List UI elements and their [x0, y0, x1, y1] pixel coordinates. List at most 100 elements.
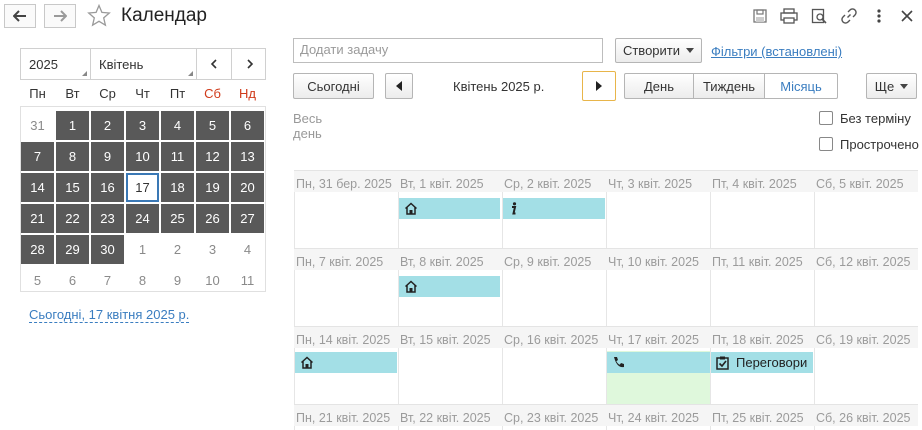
day-cell[interactable]: 24	[126, 204, 159, 233]
close-icon[interactable]	[897, 6, 917, 26]
day-header[interactable]: Ср, 23 квіт. 2025	[502, 404, 606, 426]
day-header[interactable]: Вт, 15 квіт. 2025	[398, 326, 502, 348]
add-task-input[interactable]: Додати задачу	[293, 38, 603, 63]
day-cell[interactable]: 11	[231, 266, 264, 295]
day-header[interactable]: Пн, 21 квіт. 2025	[294, 404, 398, 426]
day-cell[interactable]: 9	[161, 266, 194, 295]
day-cell[interactable]: 19	[196, 173, 229, 202]
day-header[interactable]: Пн, 7 квіт. 2025	[294, 248, 398, 270]
day-header[interactable]: Вт, 8 квіт. 2025	[398, 248, 502, 270]
day-cell[interactable]: 5	[21, 266, 54, 295]
day-header[interactable]: Ср, 16 квіт. 2025	[502, 326, 606, 348]
day-header[interactable]: Чт, 24 квіт. 2025	[606, 404, 710, 426]
day-cell[interactable]: 1	[56, 111, 89, 140]
day-header[interactable]: Сб, 19 квіт. 2025	[814, 326, 918, 348]
day-cell[interactable]: 30	[91, 235, 124, 264]
create-button[interactable]: Створити	[615, 38, 702, 63]
day-cell[interactable]: 1	[126, 235, 159, 264]
day-cell[interactable]: 10	[196, 266, 229, 295]
event-item[interactable]	[295, 352, 397, 373]
day-cell[interactable]: 20	[231, 173, 264, 202]
day-cell[interactable]: 26	[196, 204, 229, 233]
day-cell[interactable]: 12	[196, 142, 229, 171]
today-link[interactable]: Сьогодні, 17 квітня 2025 р.	[29, 308, 190, 323]
event-item[interactable]: Переговори	[711, 352, 813, 373]
day-cell[interactable]: 10	[126, 142, 159, 171]
day-cell[interactable]: 15	[56, 173, 89, 202]
view-week-button[interactable]: Тиждень	[693, 73, 765, 99]
day-cell[interactable]: 4	[231, 235, 264, 264]
day-cell[interactable]: 6	[231, 111, 264, 140]
day-header[interactable]: Пт, 25 квіт. 2025	[710, 404, 814, 426]
day-header[interactable]: Чт, 3 квіт. 2025	[606, 170, 710, 192]
day-cell[interactable]: 29	[56, 235, 89, 264]
day-cell[interactable]: 6	[56, 266, 89, 295]
day-cell[interactable]: 4	[161, 111, 194, 140]
event-item[interactable]	[503, 198, 605, 219]
day-cell[interactable]: 13	[231, 142, 264, 171]
day-cell[interactable]: 28	[21, 235, 54, 264]
day-cell[interactable]: 2	[91, 111, 124, 140]
day-header[interactable]: Пт, 4 квіт. 2025	[710, 170, 814, 192]
day-header[interactable]: Пн, 14 квіт. 2025	[294, 326, 398, 348]
day-header[interactable]: Сб, 12 квіт. 2025	[814, 248, 918, 270]
day-cell[interactable]: 27	[231, 204, 264, 233]
next-period-button[interactable]	[582, 71, 616, 101]
day-cell[interactable]: 22	[56, 204, 89, 233]
day-cell[interactable]: 3	[196, 235, 229, 264]
day-header[interactable]: Пт, 18 квіт. 2025	[710, 326, 814, 348]
more-button[interactable]: Ще	[866, 73, 917, 99]
day-cell[interactable]: 16	[91, 173, 124, 202]
save-icon[interactable]	[750, 6, 770, 26]
event-item[interactable]	[607, 352, 710, 373]
filters-link[interactable]: Фільтри (встановлені)	[711, 44, 842, 59]
day-header[interactable]: Сб, 26 квіт. 2025	[814, 404, 918, 426]
day-cell[interactable]: 8	[126, 266, 159, 295]
day-cell[interactable]: 7	[21, 142, 54, 171]
today-button[interactable]: Сьогодні	[293, 73, 374, 99]
favorite-star-icon[interactable]	[87, 3, 111, 32]
day-header[interactable]: Ср, 2 квіт. 2025	[502, 170, 606, 192]
day-cell[interactable]: 21	[21, 204, 54, 233]
day-cell[interactable]: 2	[161, 235, 194, 264]
day-header[interactable]: Пт, 11 квіт. 2025	[710, 248, 814, 270]
view-day-button[interactable]: День	[624, 73, 694, 99]
day-header[interactable]: Вт, 1 квіт. 2025	[398, 170, 502, 192]
event-item[interactable]	[399, 276, 500, 297]
day-cell[interactable]: 9	[91, 142, 124, 171]
day-cell[interactable]: 14	[21, 173, 54, 202]
prev-month-button[interactable]	[197, 49, 232, 79]
day-cell[interactable]: 8	[56, 142, 89, 171]
day-header[interactable]: Чт, 17 квіт. 2025	[606, 326, 710, 348]
prev-period-button[interactable]	[385, 73, 413, 99]
view-month-button[interactable]: Місяць	[764, 73, 838, 99]
event-item[interactable]	[399, 198, 500, 219]
day-cell[interactable]: 11	[161, 142, 194, 171]
day-cell[interactable]: 18	[161, 173, 194, 202]
day-cell[interactable]: 5	[196, 111, 229, 140]
day-header[interactable]: Вт, 22 квіт. 2025	[398, 404, 502, 426]
day-header[interactable]: Чт, 10 квіт. 2025	[606, 248, 710, 270]
next-month-button[interactable]	[232, 49, 267, 79]
day-header[interactable]: Пн, 31 бер. 2025	[294, 170, 398, 192]
day-cell[interactable]: 3	[126, 111, 159, 140]
link-icon[interactable]	[839, 6, 859, 26]
overdue-checkbox[interactable]	[819, 137, 833, 151]
preview-icon[interactable]	[809, 6, 829, 26]
forward-button[interactable]	[44, 4, 76, 28]
day-header[interactable]: Сб, 5 квіт. 2025	[814, 170, 918, 192]
day-cell[interactable]: 25	[161, 204, 194, 233]
day-cell[interactable]: 31	[21, 111, 54, 140]
year-select[interactable]: 2025	[21, 49, 91, 79]
day-cell[interactable]: 23	[91, 204, 124, 233]
day-cell-today[interactable]: 17	[125, 172, 160, 203]
more-vertical-icon[interactable]	[869, 6, 889, 26]
no-deadline-checkbox[interactable]	[819, 111, 833, 125]
chevron-right-icon	[246, 59, 253, 69]
day-header[interactable]: Ср, 9 квіт. 2025	[502, 248, 606, 270]
month-select[interactable]: Квітень	[91, 49, 197, 79]
info-icon	[512, 202, 517, 215]
day-cell[interactable]: 7	[91, 266, 124, 295]
print-icon[interactable]	[779, 6, 799, 26]
back-button[interactable]	[4, 4, 36, 28]
